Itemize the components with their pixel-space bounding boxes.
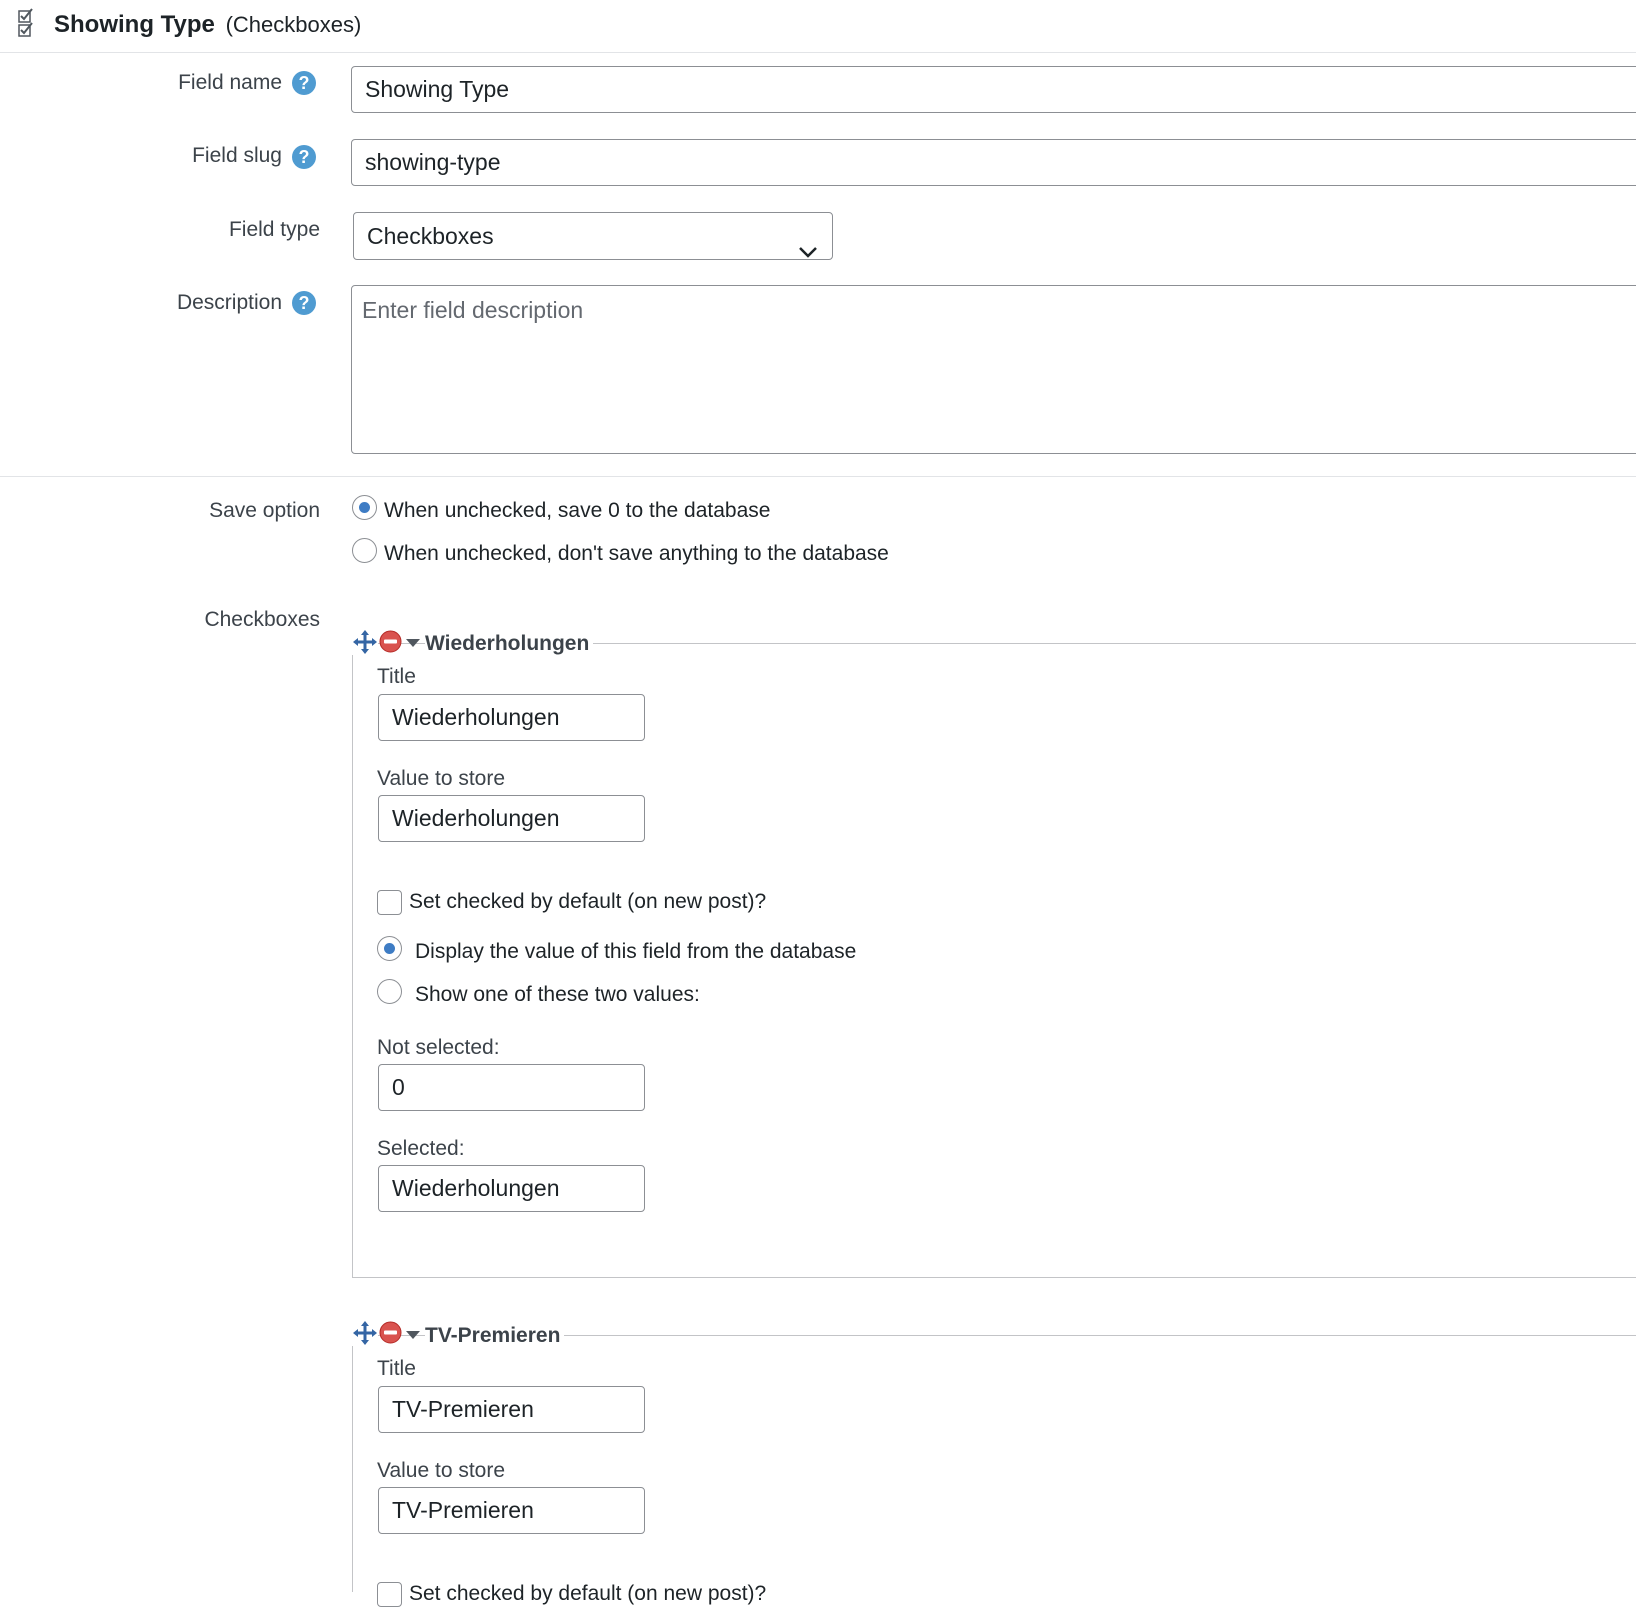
collapse-toggle-icon[interactable]	[405, 1328, 421, 1340]
field-type-selected-value: Checkboxes	[367, 223, 494, 249]
field-name-label: Field name	[178, 71, 282, 94]
header-divider	[0, 52, 1636, 53]
item-title-input[interactable]	[378, 694, 645, 741]
field-type-label: Field type	[228, 218, 320, 241]
field-type-suffix: (Checkboxes)	[225, 12, 362, 37]
not-selected-label: Not selected:	[377, 1036, 500, 1059]
save-option-radio-save-zero[interactable]	[352, 495, 377, 520]
show-two-values-label: Show one of these two values:	[415, 983, 700, 1006]
item-value-label: Value to store	[377, 767, 506, 790]
item-value-input[interactable]	[378, 1487, 645, 1534]
description-label: Description	[176, 291, 282, 314]
fieldset-left-border	[352, 643, 353, 1277]
field-title: Showing Type	[54, 11, 215, 38]
item-title-label: Title	[377, 1357, 416, 1380]
default-checked-label: Set checked by default (on new post)?	[409, 890, 767, 913]
description-textarea[interactable]	[351, 285, 1636, 454]
save-option-label-save-zero: When unchecked, save 0 to the database	[384, 499, 771, 522]
default-checked-checkbox[interactable]	[377, 1582, 402, 1607]
default-checked-label: Set checked by default (on new post)?	[409, 1582, 767, 1605]
description-help-icon[interactable]: ?	[292, 291, 316, 315]
fieldset-bottom-border	[352, 1277, 1636, 1278]
field-header-title[interactable]: Showing Type (Checkboxes)	[54, 9, 361, 41]
field-slug-help-icon[interactable]: ?	[292, 145, 316, 169]
item-title-label: Title	[377, 665, 416, 688]
field-slug-label: Field slug	[192, 144, 282, 167]
delete-icon[interactable]	[379, 1321, 402, 1344]
save-option-label-save-nothing: When unchecked, don't save anything to t…	[384, 542, 889, 565]
save-option-radio-save-nothing[interactable]	[352, 538, 377, 563]
display-db-value-radio[interactable]	[377, 936, 402, 961]
field-name-input[interactable]	[351, 66, 1636, 113]
field-type-select[interactable]: Checkboxes	[353, 212, 833, 260]
show-two-values-radio[interactable]	[377, 979, 402, 1004]
move-icon[interactable]	[352, 1320, 378, 1346]
item-title-input[interactable]	[378, 1386, 645, 1433]
chevron-down-icon	[798, 228, 818, 258]
selected-input[interactable]	[378, 1165, 645, 1212]
fieldset-left-border	[352, 1335, 353, 1592]
delete-icon[interactable]	[379, 630, 402, 653]
move-icon[interactable]	[352, 629, 378, 655]
selected-label: Selected:	[377, 1137, 465, 1160]
default-checked-checkbox[interactable]	[377, 890, 402, 915]
checkboxes-icon	[17, 7, 37, 41]
field-name-help-icon[interactable]: ?	[292, 71, 316, 95]
item-value-input[interactable]	[378, 795, 645, 842]
item-value-label: Value to store	[377, 1459, 506, 1482]
checkboxes-label: Checkboxes	[204, 608, 320, 631]
collapse-toggle-icon[interactable]	[405, 636, 421, 648]
display-db-value-label: Display the value of this field from the…	[415, 940, 857, 963]
checkbox-item-legend: TV-Premieren	[425, 1322, 565, 1350]
checkbox-item-legend: Wiederholungen	[425, 630, 594, 658]
field-slug-input[interactable]	[351, 139, 1636, 186]
not-selected-input[interactable]	[378, 1064, 645, 1111]
section-divider	[0, 476, 1636, 477]
save-option-label: Save option	[209, 499, 320, 522]
